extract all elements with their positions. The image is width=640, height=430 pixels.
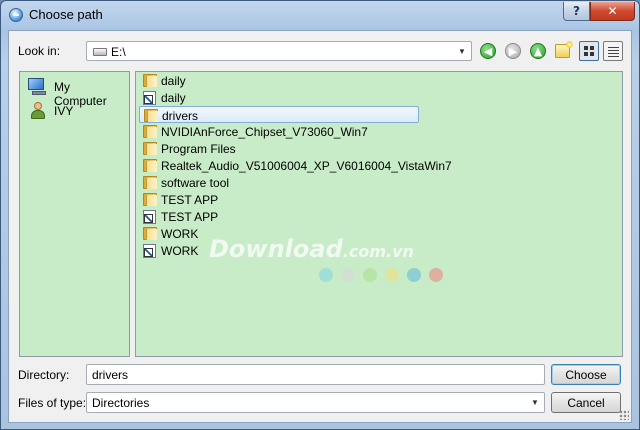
detail-view-icon <box>608 46 619 57</box>
watermark-logo: Download.com.vn <box>209 235 414 263</box>
choose-button[interactable]: Choose <box>551 364 621 385</box>
resize-grip[interactable] <box>619 410 629 420</box>
files-of-type-value: Directories <box>92 396 150 410</box>
computer-icon <box>28 78 48 96</box>
title-bar[interactable]: Choose path ? ✕ <box>1 1 639 29</box>
watermark-dot <box>319 268 333 282</box>
look-in-combo[interactable]: E:\ ▼ <box>86 41 472 61</box>
watermark-dot <box>363 268 377 282</box>
folder-icon <box>143 227 157 240</box>
watermark-suffix: .com.vn <box>342 242 414 261</box>
user-icon <box>30 102 46 120</box>
watermark-dot <box>341 268 355 282</box>
list-item-selected[interactable]: drivers <box>139 106 419 123</box>
files-of-type-label: Files of type: <box>18 396 87 410</box>
watermark-main: Download <box>209 235 343 263</box>
file-name: daily <box>161 91 186 105</box>
chevron-down-icon[interactable]: ▼ <box>528 395 542 409</box>
list-item[interactable]: Realtek_Audio_V51006004_XP_V6016004_Vist… <box>139 157 452 174</box>
up-icon[interactable]: ▲ <box>530 43 546 59</box>
forward-icon[interactable]: ▶ <box>505 43 521 59</box>
chevron-down-icon[interactable]: ▼ <box>455 44 469 58</box>
files-of-type-combo[interactable]: Directories ▼ <box>86 392 545 413</box>
dialog-client-area: Look in: E:\ ▼ ◀ ▶ ▲ My Computer IVY dai… <box>8 30 632 423</box>
list-item[interactable]: daily <box>139 72 419 89</box>
file-name: NVIDIAnForce_Chipset_V73060_Win7 <box>161 125 368 139</box>
file-name: Realtek_Audio_V51006004_XP_V6016004_Vist… <box>161 159 452 173</box>
help-button[interactable]: ? <box>563 2 590 21</box>
choose-path-dialog: Choose path ? ✕ Look in: E:\ ▼ ◀ ▶ ▲ My … <box>0 0 640 430</box>
folder-icon <box>144 109 158 122</box>
file-name: TEST APP <box>161 193 219 207</box>
cancel-button[interactable]: Cancel <box>551 392 621 413</box>
list-item[interactable]: Program Files <box>139 140 419 157</box>
shortcut-icon <box>143 244 156 258</box>
watermark-dot <box>407 268 421 282</box>
file-name: daily <box>161 74 186 88</box>
list-view-icon <box>584 46 594 56</box>
watermark-dot <box>385 268 399 282</box>
sidebar-item-ivy[interactable]: IVY <box>26 101 126 121</box>
folder-icon <box>143 142 157 155</box>
list-item[interactable]: TEST APP <box>139 191 419 208</box>
sidebar-item-my-computer[interactable]: My Computer <box>26 77 126 108</box>
window-title: Choose path <box>29 7 103 22</box>
look-in-value: E:\ <box>111 45 126 59</box>
folder-icon <box>143 159 157 172</box>
sidebar-item-label: IVY <box>54 104 74 118</box>
file-name: TEST APP <box>161 210 219 224</box>
list-item[interactable]: NVIDIAnForce_Chipset_V73060_Win7 <box>139 123 419 140</box>
file-name: WORK <box>161 244 199 258</box>
detail-view-button[interactable] <box>603 41 623 61</box>
file-name: Program Files <box>161 142 236 156</box>
shortcut-icon <box>143 210 156 224</box>
directory-label: Directory: <box>18 368 70 382</box>
watermark-dot <box>429 268 443 282</box>
drive-icon <box>93 48 107 56</box>
folder-icon <box>143 74 157 87</box>
directory-value: drivers <box>92 368 129 382</box>
list-item[interactable]: TEST APP <box>139 208 419 225</box>
back-icon[interactable]: ◀ <box>480 43 496 59</box>
close-button[interactable]: ✕ <box>590 2 635 21</box>
directory-input[interactable]: drivers <box>86 364 545 385</box>
look-in-label: Look in: <box>18 44 61 58</box>
shortcut-icon <box>143 91 156 105</box>
folder-icon <box>143 176 157 189</box>
file-name: software tool <box>161 176 230 190</box>
list-item[interactable]: software tool <box>139 174 419 191</box>
app-icon <box>9 8 23 22</box>
list-view-button[interactable] <box>579 41 599 61</box>
file-name: drivers <box>162 109 199 123</box>
folder-icon <box>143 193 157 206</box>
sidebar-places: My Computer IVY <box>19 71 130 357</box>
file-name: WORK <box>161 227 199 241</box>
folder-icon <box>143 125 157 138</box>
file-list: daily daily drivers NVIDIAnForce_Chipset… <box>135 71 623 357</box>
new-folder-icon[interactable] <box>555 41 573 58</box>
list-item[interactable]: daily <box>139 89 419 106</box>
